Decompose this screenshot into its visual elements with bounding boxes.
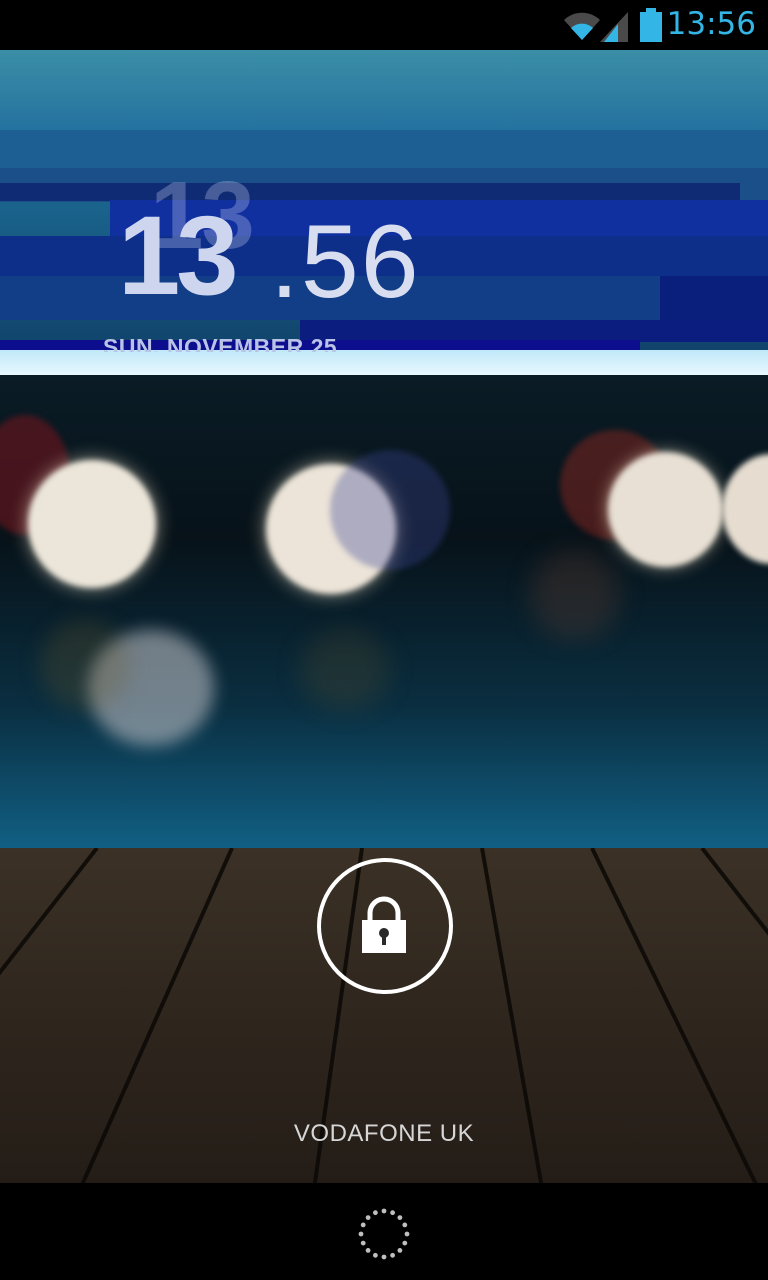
loading-spinner-icon bbox=[358, 1208, 410, 1260]
carrier-label: VODAFONE UK bbox=[293, 1120, 475, 1147]
lock-icon[interactable] bbox=[360, 895, 408, 955]
date-label: SUN, NOVEMBER 25 bbox=[103, 336, 338, 352]
bokeh-light bbox=[530, 550, 620, 640]
bokeh-light bbox=[28, 460, 156, 588]
clock-widget: 13 13 .56 SUN, NOVEMBER 25 bbox=[0, 50, 768, 375]
clock-minutes: .56 bbox=[270, 204, 421, 320]
cell-signal-icon bbox=[600, 12, 628, 42]
plank-gap bbox=[0, 848, 99, 1165]
battery-icon bbox=[640, 8, 662, 42]
glitch-band bbox=[300, 320, 768, 342]
wallpaper-bokeh-area bbox=[0, 370, 768, 850]
bokeh-light bbox=[330, 450, 450, 570]
status-bar: 13:56 bbox=[0, 0, 768, 50]
bokeh-light bbox=[40, 620, 130, 710]
status-time: 13:56 bbox=[666, 6, 756, 42]
glitch-band bbox=[0, 350, 768, 375]
plank-gap bbox=[700, 848, 768, 1165]
glitch-band bbox=[0, 130, 768, 170]
wifi-icon bbox=[564, 12, 600, 40]
bokeh-light bbox=[300, 630, 390, 710]
glitch-band bbox=[0, 50, 768, 130]
status-icons bbox=[562, 8, 672, 42]
bokeh-light bbox=[608, 452, 723, 567]
glitch-band bbox=[0, 183, 740, 201]
clock-hours: 13 bbox=[118, 193, 239, 318]
